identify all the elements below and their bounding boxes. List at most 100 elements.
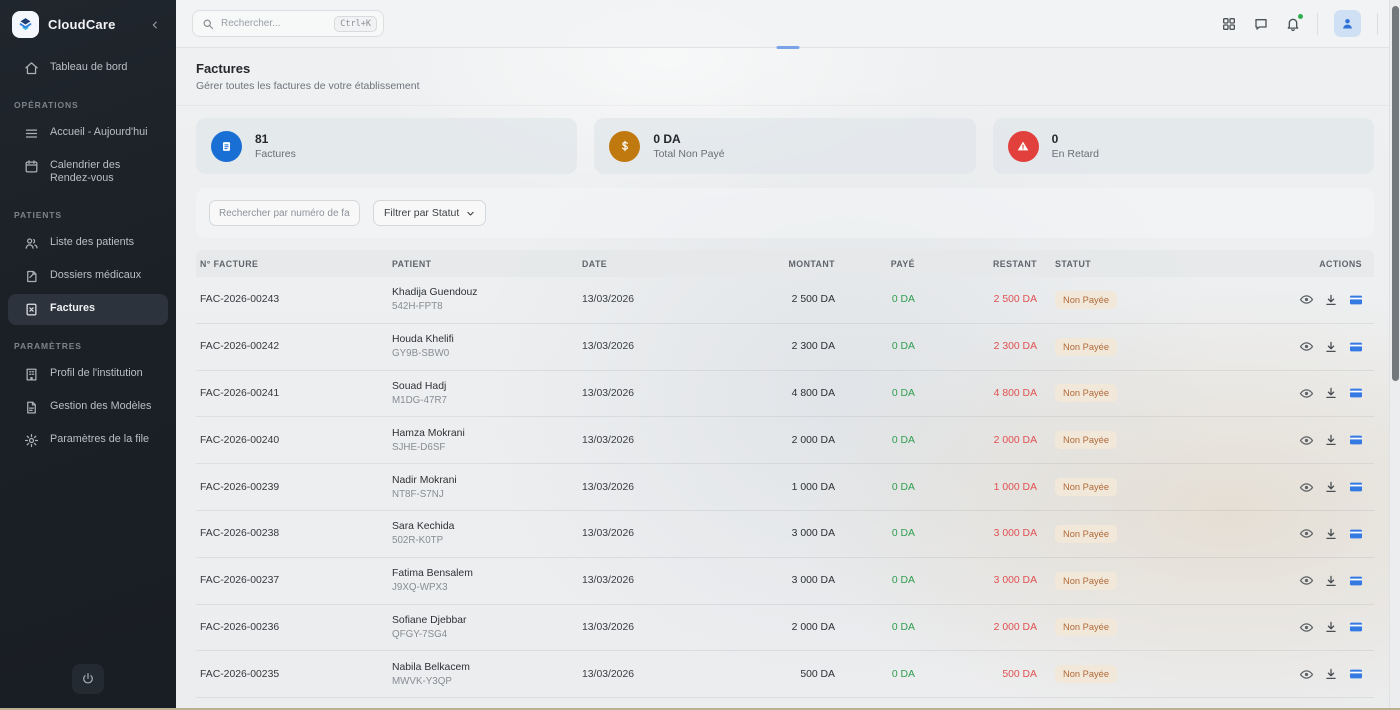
invoice-date: 13/03/2026 bbox=[578, 669, 778, 680]
sidebar-item-profil-institution[interactable]: Profil de l'institution bbox=[8, 359, 168, 390]
sidebar-item-parametres-file[interactable]: Paramètres de la file bbox=[8, 425, 168, 456]
topbar-divider bbox=[1377, 13, 1378, 35]
invoice-amount: 3 000 DA bbox=[778, 528, 843, 539]
download-invoice-button[interactable] bbox=[1324, 385, 1338, 401]
sidebar-item-accueil[interactable]: Accueil - Aujourd'hui bbox=[8, 118, 168, 149]
apps-grid-button[interactable] bbox=[1221, 16, 1237, 32]
invoice-remaining: 3 000 DA bbox=[923, 575, 1037, 586]
main-area: Ctrl+K Factures Gérer toutes les facture… bbox=[176, 0, 1400, 710]
patients-icon bbox=[24, 236, 39, 251]
invoice-remaining: 2 500 DA bbox=[923, 294, 1037, 305]
invoice-date: 13/03/2026 bbox=[578, 294, 778, 305]
invoice-icon bbox=[211, 131, 242, 162]
col-header-restant: Restant bbox=[923, 259, 1037, 269]
page-scrollbar[interactable] bbox=[1389, 0, 1400, 710]
pay-invoice-button[interactable] bbox=[1348, 573, 1364, 589]
sidebar-item-gestion-modeles[interactable]: Gestion des Modèles bbox=[8, 392, 168, 423]
invoice-paid: 0 DA bbox=[843, 435, 923, 446]
invoice-paid: 0 DA bbox=[843, 341, 923, 352]
pay-invoice-button[interactable] bbox=[1348, 666, 1364, 682]
download-invoice-button[interactable] bbox=[1324, 619, 1338, 635]
eye-icon bbox=[1299, 480, 1314, 495]
invoice-date: 13/03/2026 bbox=[578, 388, 778, 399]
pay-invoice-button[interactable] bbox=[1348, 619, 1364, 635]
pay-invoice-button[interactable] bbox=[1348, 339, 1364, 355]
notifications-button[interactable] bbox=[1285, 16, 1301, 32]
sidebar-item-factures[interactable]: Factures bbox=[8, 294, 168, 325]
invoice-number: FAC-2026-00240 bbox=[196, 435, 388, 446]
patient-code: 502R-K0TP bbox=[392, 535, 574, 546]
pay-invoice-button[interactable] bbox=[1348, 526, 1364, 542]
download-invoice-button[interactable] bbox=[1324, 526, 1338, 542]
invoice-amount: 4 800 DA bbox=[778, 388, 843, 399]
download-invoice-button[interactable] bbox=[1324, 666, 1338, 682]
sidebar-item-calendrier[interactable]: Calendrier des Rendez-vous bbox=[8, 151, 168, 194]
view-invoice-button[interactable] bbox=[1299, 666, 1314, 682]
sidebar-item-liste-patients[interactable]: Liste des patients bbox=[8, 228, 168, 259]
invoice-icon bbox=[24, 302, 39, 317]
search-shortcut-kbd: Ctrl+K bbox=[334, 16, 377, 32]
table-row: FAC-2026-00236 Sofiane Djebbar QFGY-7SG4… bbox=[196, 605, 1374, 652]
table-row: FAC-2026-00241 Souad Hadj M1DG-47R7 13/0… bbox=[196, 371, 1374, 418]
sidebar-item-dossiers[interactable]: Dossiers médicaux bbox=[8, 261, 168, 292]
pay-invoice-button[interactable] bbox=[1348, 432, 1364, 448]
view-invoice-button[interactable] bbox=[1299, 479, 1314, 495]
download-invoice-button[interactable] bbox=[1324, 339, 1338, 355]
view-invoice-button[interactable] bbox=[1299, 292, 1314, 308]
view-invoice-button[interactable] bbox=[1299, 432, 1314, 448]
col-header-statut: Statut bbox=[1037, 259, 1187, 269]
patient-code: SJHE-D6SF bbox=[392, 442, 574, 453]
eye-icon bbox=[1299, 526, 1314, 541]
col-header-montant: Montant bbox=[778, 259, 843, 269]
invoice-remaining: 4 800 DA bbox=[923, 388, 1037, 399]
view-invoice-button[interactable] bbox=[1299, 573, 1314, 589]
home-icon bbox=[24, 61, 39, 76]
patient-code: 542H-FPT8 bbox=[392, 301, 574, 312]
page-header: Factures Gérer toutes les factures de vo… bbox=[176, 48, 1400, 106]
scrollbar-thumb[interactable] bbox=[1392, 6, 1399, 381]
invoice-number: FAC-2026-00241 bbox=[196, 388, 388, 399]
pay-invoice-button[interactable] bbox=[1348, 385, 1364, 401]
global-search[interactable]: Ctrl+K bbox=[192, 10, 384, 37]
patient-code: J9XQ-WPX3 bbox=[392, 582, 574, 593]
download-invoice-button[interactable] bbox=[1324, 479, 1338, 495]
invoice-number: FAC-2026-00242 bbox=[196, 341, 388, 352]
apps-grid-icon bbox=[1221, 16, 1237, 32]
user-icon bbox=[1340, 16, 1355, 31]
chat-button[interactable] bbox=[1253, 16, 1269, 32]
pay-invoice-button[interactable] bbox=[1348, 292, 1364, 308]
pay-invoice-button[interactable] bbox=[1348, 479, 1364, 495]
user-avatar-button[interactable] bbox=[1334, 10, 1361, 37]
sidebar-item-label: Liste des patients bbox=[50, 236, 134, 249]
logout-power-button[interactable] bbox=[72, 664, 104, 694]
sidebar-collapse-button[interactable] bbox=[146, 18, 164, 32]
invoice-remaining: 1 000 DA bbox=[923, 482, 1037, 493]
patient-name: Nadir Mokrani bbox=[392, 475, 574, 486]
status-badge: Non Payée bbox=[1055, 431, 1117, 449]
credit-card-icon bbox=[1348, 526, 1364, 542]
building-icon bbox=[24, 367, 39, 382]
download-invoice-button[interactable] bbox=[1324, 573, 1338, 589]
queue-icon bbox=[24, 126, 39, 141]
patient-name: Khadija Guendouz bbox=[392, 287, 574, 298]
status-badge: Non Payée bbox=[1055, 572, 1117, 590]
invoice-search-input[interactable] bbox=[209, 200, 360, 226]
view-invoice-button[interactable] bbox=[1299, 526, 1314, 542]
chevron-down-icon bbox=[466, 209, 475, 218]
patient-code: M1DG-47R7 bbox=[392, 395, 574, 406]
sidebar-item-label: Tableau de bord bbox=[50, 61, 127, 74]
sidebar-item-dashboard[interactable]: Tableau de bord bbox=[8, 53, 168, 84]
view-invoice-button[interactable] bbox=[1299, 385, 1314, 401]
status-filter-dropdown[interactable]: Filtrer par Statut bbox=[373, 200, 486, 226]
sidebar-item-label: Gestion des Modèles bbox=[50, 400, 151, 413]
patient-code: MWVK-Y3QP bbox=[392, 676, 574, 687]
global-search-input[interactable] bbox=[221, 18, 327, 29]
view-invoice-button[interactable] bbox=[1299, 339, 1314, 355]
download-icon bbox=[1324, 480, 1338, 494]
patient-name: Sofiane Djebbar bbox=[392, 615, 574, 626]
download-invoice-button[interactable] bbox=[1324, 432, 1338, 448]
credit-card-icon bbox=[1348, 339, 1364, 355]
view-invoice-button[interactable] bbox=[1299, 619, 1314, 635]
download-invoice-button[interactable] bbox=[1324, 292, 1338, 308]
credit-card-icon bbox=[1348, 619, 1364, 635]
